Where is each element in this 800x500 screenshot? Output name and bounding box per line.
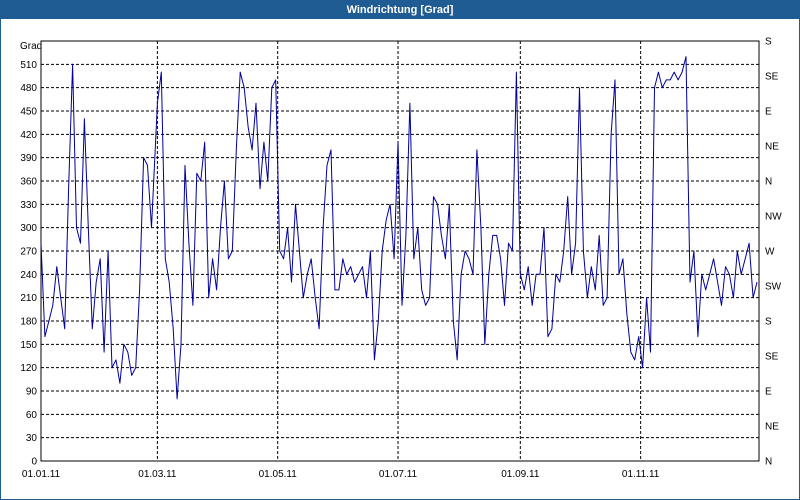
y2-tick-label: E [765,107,772,118]
y2-tick-label: W [765,247,775,258]
x-tick-label: 01.11.11 [622,469,660,480]
y-tick-label: 420 [20,130,37,141]
y2-tick-label: NE [765,422,779,433]
y-tick-label: 120 [20,363,37,374]
y2-tick-label: SE [765,352,779,363]
chart-window: Windrichtung [Grad] Grad 0 30 60 90 120 150 18… [0,0,800,500]
y-tick-label: 90 [26,387,38,398]
y2-tick-label: NW [765,212,782,223]
x-tick-label: 01.09.11 [501,469,540,480]
y2-tick-label: N [765,457,772,468]
y2-tick-label: N [765,177,772,188]
grid [41,41,759,461]
y-tick-label: 30 [26,433,38,444]
y-tick-label: 390 [20,153,37,164]
y-tick-label: 330 [20,200,37,211]
y-tick-label: 300 [20,223,37,234]
y2-tick-label: SW [765,282,782,293]
y2-tick-label: E [765,387,772,398]
y-tick-label: 480 [20,83,37,94]
y2-tick-label: SE [765,72,779,83]
x-tick-label: 01.01.11 [22,469,61,480]
y-tick-label: 210 [20,293,37,304]
y-axis-label: Grad [20,41,42,52]
x-tick-label: 01.03.11 [138,469,177,480]
y2-tick-label: S [765,317,772,328]
y2-tick-label: S [765,37,772,48]
y-tick-label: 150 [20,340,37,351]
y-tick-label: 180 [20,317,37,328]
y-tick-label: 510 [20,60,37,71]
y-tick-label: 270 [20,247,37,258]
y-tick-label: 450 [20,107,37,118]
y-tick-label: 60 [26,410,38,421]
x-tick-label: 01.07.11 [379,469,418,480]
chart: Grad 0 30 60 90 120 150 180 210 240 270 300 330 360 3… [20,37,782,481]
y-tick-label: 0 [31,457,37,468]
x-tick-label: 01.05.11 [259,469,298,480]
y2-tick-label: NE [765,142,779,153]
y-tick-label: 240 [20,270,37,281]
y-tick-label: 360 [20,177,37,188]
